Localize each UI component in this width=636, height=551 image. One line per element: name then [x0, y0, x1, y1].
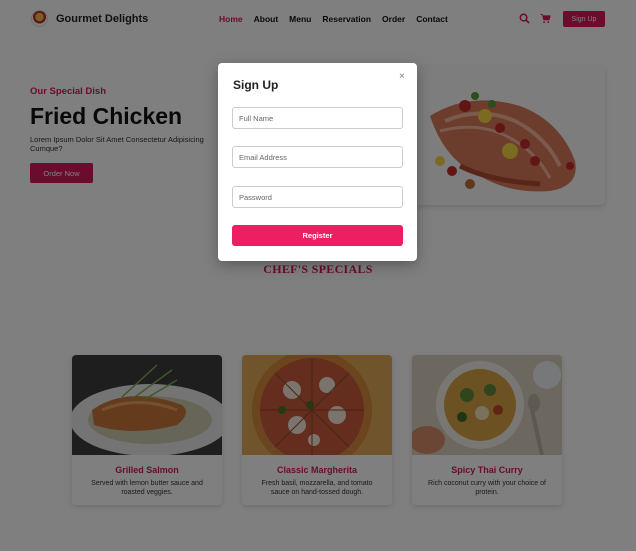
close-icon[interactable]: ×: [399, 71, 405, 82]
register-button[interactable]: Register: [232, 225, 403, 246]
password-field[interactable]: Password: [232, 186, 403, 208]
email-field[interactable]: Email Address: [232, 146, 403, 168]
full-name-field[interactable]: Full Name: [232, 107, 403, 129]
signup-modal: Sign Up × Full Name Email Address Passwo…: [218, 63, 417, 261]
modal-title: Sign Up: [233, 78, 279, 92]
